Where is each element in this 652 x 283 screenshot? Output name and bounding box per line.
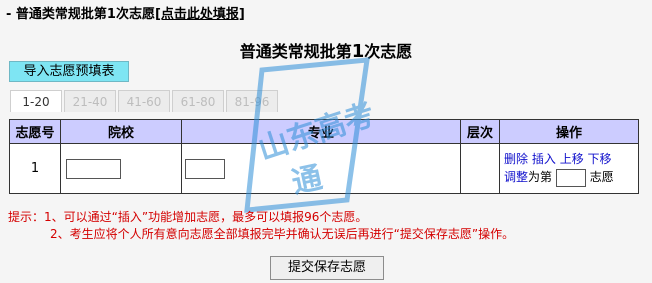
move-down-link[interactable]: 下移 [588,152,612,166]
major-cell [181,143,461,194]
page-title-number: 1 [351,41,365,62]
tips: 提示：1、可以通过“插入”功能增加志愿，最多可以填报96个志愿。 2、考生应将个… [8,209,514,243]
adjust-mid-label: 为第 [528,170,553,185]
insert-link[interactable]: 插入 [532,152,556,166]
tab-81-96[interactable]: 81-96 [226,90,278,112]
position-input[interactable] [555,168,586,187]
ops-cell: 删除 插入 上移 下移 调整为第 志愿 [499,143,639,194]
submit-save-button[interactable]: 提交保存志愿 [270,256,384,280]
header-major: 专业 [181,119,461,144]
school-code-input[interactable] [66,158,121,179]
tab-41-60[interactable]: 41-60 [118,90,170,112]
school-cell [60,143,182,194]
tab-61-80[interactable]: 61-80 [172,90,224,112]
volunteer-table: 志愿号 院校 专业 层次 操作 1 删除 插入 上移 下移 调整为第 志愿 [9,119,639,194]
top-link-prefix: - 普通类常规批第1次志愿 [6,7,155,22]
fill-in-link[interactable]: [点击此处填报] [155,7,245,22]
major-code-input[interactable] [185,158,225,179]
tab-1-20[interactable]: 1-20 [10,90,62,112]
adjust-link[interactable]: 调整 [504,170,528,184]
move-up-link[interactable]: 上移 [560,152,584,166]
header-school: 院校 [60,119,182,144]
delete-link[interactable]: 删除 [504,152,528,166]
tip-line-2: 2、考生应将个人所有意向志愿全部填报完毕并确认无误后再进行“提交保存志愿”操作。 [50,227,515,241]
table-row: 1 删除 插入 上移 下移 调整为第 志愿 [9,143,639,194]
row-num: 1 [9,143,61,194]
level-cell [460,143,500,194]
table-header-row: 志愿号 院校 专业 层次 操作 [9,119,639,144]
header-level: 层次 [460,119,500,144]
import-prefill-button[interactable]: 导入志愿预填表 [9,61,129,82]
adjust-end-label: 志愿 [589,170,614,185]
tab-21-40[interactable]: 21-40 [64,90,116,112]
top-link: - 普通类常规批第1次志愿[点击此处填报] [6,3,245,22]
page-title-pre: 普通类常规批第 [239,42,352,61]
page-title-post: 次志愿 [364,42,413,61]
header-ops: 操作 [499,119,639,144]
page-title: 普通类常规批第1次志愿 [0,38,652,62]
header-num: 志愿号 [9,119,61,144]
tip-line-1: 提示：1、可以通过“插入”功能增加志愿，最多可以填报96个志愿。 [8,210,368,224]
